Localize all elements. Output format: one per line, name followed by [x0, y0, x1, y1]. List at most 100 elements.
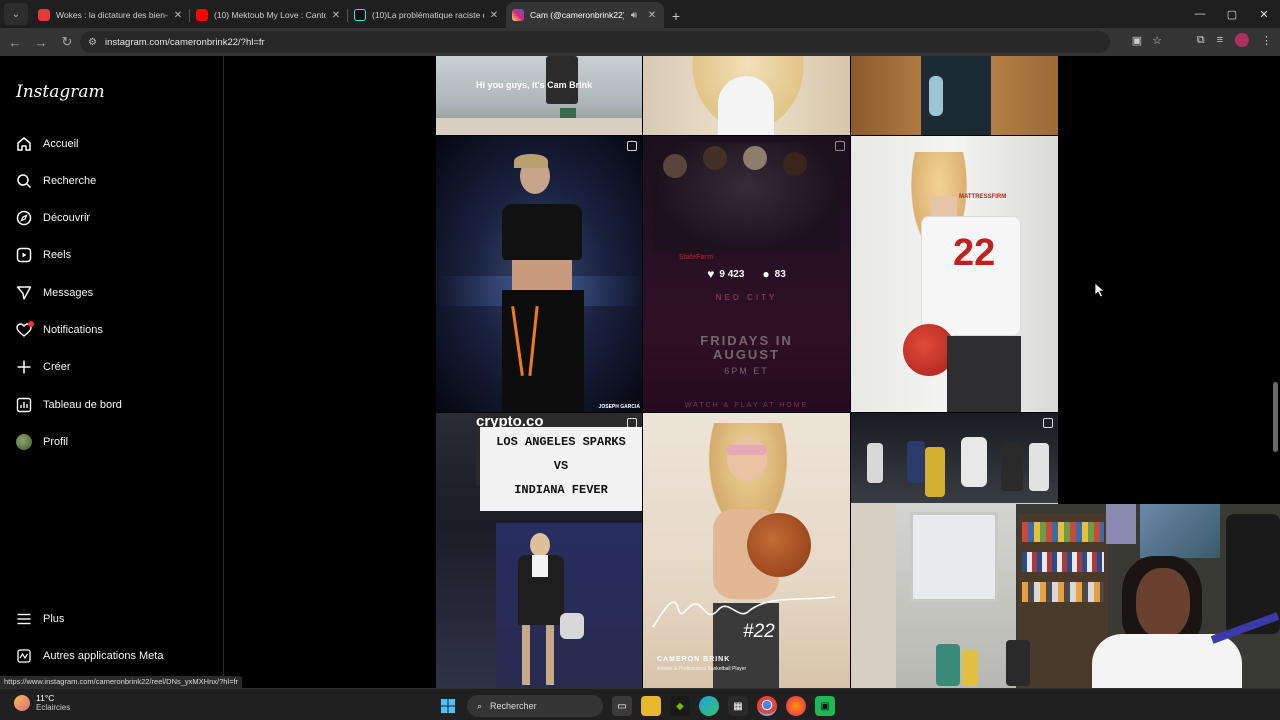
store-icon[interactable]: ▦ — [728, 696, 748, 716]
nav-reels[interactable]: Reels — [16, 243, 71, 267]
messages-icon — [16, 285, 32, 301]
likes-count: 9 423 — [719, 268, 745, 280]
mouse-cursor-icon — [1094, 282, 1106, 298]
comment-bubble-icon: ● — [762, 267, 770, 281]
dashboard-icon — [16, 397, 32, 413]
scrollbar-thumb[interactable] — [1273, 382, 1278, 452]
nav-home[interactable]: Accueil — [16, 132, 78, 156]
comments-stat: ● 83 — [762, 267, 785, 281]
reload-icon[interactable]: ↻ — [56, 31, 78, 53]
nav-label: Notifications — [43, 324, 103, 336]
nav-label: Reels — [43, 249, 72, 261]
taskbar-search-placeholder: Rechercher — [490, 701, 537, 711]
weather-widget[interactable]: 11°C Eclaircies — [14, 693, 70, 712]
nav-messages[interactable]: Messages — [16, 281, 93, 305]
close-tab-icon[interactable]: ✕ — [646, 10, 658, 21]
jersey-sponsor: MATTRESSFIRM — [959, 194, 1007, 200]
browser-tab-4-active[interactable]: Cam (@cameronbrink22) • 🔊︎ ✕ — [506, 2, 664, 28]
nav-more[interactable]: Plus — [16, 607, 64, 631]
chrome-icon[interactable] — [757, 696, 777, 716]
taskbar-apps: ⌕ Rechercher ▭ ◆ ▦ ▣ — [438, 695, 835, 717]
search-icon — [16, 173, 32, 189]
instagram-logo[interactable]: Instagram — [16, 82, 105, 102]
nav-profile[interactable]: Profil — [16, 430, 68, 454]
post-thumbnail[interactable]: JOSEPH GARCIA — [436, 136, 642, 412]
weather-icon — [14, 694, 30, 711]
jersey-number: 22 — [953, 232, 996, 274]
file-explorer-icon[interactable] — [641, 696, 661, 716]
address-url[interactable]: instagram.com/cameronbrink22/?hl=fr — [105, 37, 265, 48]
post-thumbnail[interactable]: MATTRESSFIRM 22 — [851, 136, 1058, 412]
post-thumbnail[interactable]: Hi you guys, it's Cam Brink — [436, 56, 642, 135]
taskbar-search[interactable]: ⌕ Rechercher — [467, 695, 603, 717]
post-thumbnail-hovered[interactable]: StateFarm NEO CITY FRIDAYS IN AUGUST 6PM… — [643, 136, 850, 412]
post-thumbnail[interactable]: #22 CAMERON BRINK Athlete & Professional… — [643, 413, 850, 688]
carousel-icon — [627, 141, 637, 151]
nav-label: Plus — [43, 613, 65, 625]
nvidia-icon[interactable]: ◆ — [670, 696, 690, 716]
likes-stat: ♥ 9 423 — [707, 267, 744, 281]
link-preview-status: https://www.instagram.com/cameronbrink22… — [0, 676, 243, 688]
more-menu-icon[interactable]: ⋮ — [1261, 34, 1272, 47]
firefox-icon[interactable] — [786, 696, 806, 716]
task-view-icon[interactable]: ▭ — [612, 696, 632, 716]
instagram-sidebar: Instagram Accueil Recherche Découvrir Re… — [0, 56, 224, 688]
close-window-icon[interactable]: ✕ — [1248, 0, 1280, 28]
compass-icon — [16, 210, 32, 226]
toolbar-actions: ⧉ ≡ ⋮ — [1197, 33, 1272, 47]
app-icon[interactable]: ▣ — [815, 696, 835, 716]
nav-search[interactable]: Recherche — [16, 169, 96, 193]
browser-tab-1[interactable]: Wokes : la dictature des bien-p ✕ — [32, 2, 190, 28]
browser-tab-3[interactable]: (10)La problématique raciste da ✕ — [348, 2, 506, 28]
post-thumbnail[interactable] — [643, 56, 850, 135]
nav-label: Tableau de bord — [43, 399, 122, 411]
edge-icon[interactable] — [699, 696, 719, 716]
nav-label: Autres applications Meta — [43, 650, 164, 662]
nav-explore[interactable]: Découvrir — [16, 206, 90, 230]
profile-avatar-icon[interactable] — [1235, 33, 1249, 47]
media-control-icon[interactable]: ≡ — [1217, 34, 1223, 46]
menu-icon — [16, 611, 32, 627]
close-tab-icon[interactable]: ✕ — [172, 10, 184, 21]
nav-dashboard[interactable]: Tableau de bord — [16, 393, 122, 417]
back-arrow-icon[interactable]: ← — [4, 31, 26, 53]
speaker-icon[interactable]: 🔊︎ — [628, 10, 640, 21]
carousel-icon — [1043, 418, 1053, 428]
nav-meta-apps[interactable]: Autres applications Meta — [16, 644, 163, 668]
nav-notifications[interactable]: Notifications — [16, 318, 103, 342]
athlete-name: CAMERON BRINK — [657, 656, 731, 663]
nav-label: Profil — [43, 436, 69, 448]
nav-label: Messages — [43, 287, 94, 299]
bookmark-star-icon[interactable]: ☆ — [1152, 34, 1162, 47]
close-tab-icon[interactable]: ✕ — [488, 10, 500, 21]
instagram-favicon — [512, 9, 524, 21]
tab-title: (10)La problématique raciste da — [372, 10, 484, 20]
tab-search-chevron-icon[interactable]: ⌄ — [4, 3, 28, 25]
windows-taskbar: 11°C Eclaircies ⌕ Rechercher ▭ ◆ ▦ ▣ — [0, 688, 1280, 720]
webcam-overlay — [896, 504, 1280, 690]
minimize-icon[interactable]: — — [1184, 0, 1216, 28]
maximize-icon[interactable]: ▢ — [1216, 0, 1248, 28]
browser-tab-2[interactable]: (10) Mektoub My Love : Canto ✕ — [190, 2, 348, 28]
post-thumbnail[interactable]: crypto.co LOS ANGELES SPARKS VS INDIANA … — [436, 413, 642, 688]
new-tab-button[interactable]: + — [664, 4, 688, 28]
weather-temperature: 11°C — [36, 693, 55, 703]
home-icon — [16, 136, 32, 152]
nav-label: Découvrir — [43, 212, 91, 224]
extensions-icon[interactable]: ⧉ — [1197, 34, 1205, 47]
notification-dot — [28, 321, 34, 327]
browser-toolbar: ← → ↻ ⚙ instagram.com/cameronbrink22/?hl… — [0, 28, 1280, 56]
site-info-icon[interactable]: ⚙ — [88, 37, 97, 48]
post-thumbnail[interactable] — [851, 56, 1058, 135]
close-tab-icon[interactable]: ✕ — [330, 10, 342, 21]
meta-icon — [16, 648, 32, 664]
carousel-icon — [627, 418, 637, 428]
nav-create[interactable]: Créer — [16, 355, 71, 379]
address-bar[interactable]: ⚙ instagram.com/cameronbrink22/?hl=fr — [80, 31, 1110, 53]
forward-arrow-icon[interactable]: → — [30, 31, 52, 53]
reels-icon — [16, 247, 32, 263]
windows-start-icon[interactable] — [438, 696, 458, 716]
avatar — [16, 434, 32, 450]
post-caption: Hi you guys, it's Cam Brink — [476, 80, 593, 90]
install-app-icon[interactable]: ▣ — [1132, 34, 1142, 47]
